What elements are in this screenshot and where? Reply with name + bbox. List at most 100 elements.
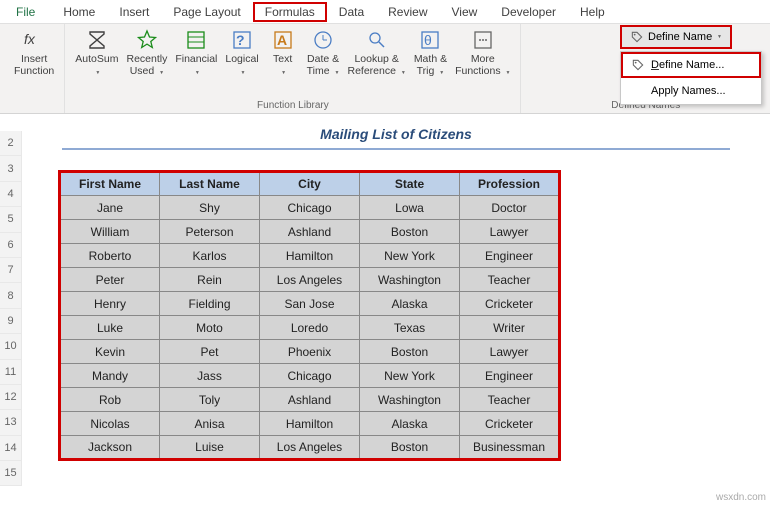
table-cell[interactable]: Peterson (160, 220, 260, 244)
row-header[interactable]: 4 (0, 182, 22, 207)
table-cell[interactable]: Moto (160, 316, 260, 340)
table-cell[interactable]: Anisa (160, 412, 260, 436)
table-cell[interactable]: Doctor (460, 196, 560, 220)
table-cell[interactable]: Jane (60, 196, 160, 220)
table-cell[interactable]: Washington (360, 268, 460, 292)
table-cell[interactable]: Texas (360, 316, 460, 340)
menu-page-layout[interactable]: Page Layout (161, 3, 252, 21)
table-cell[interactable]: Loredo (260, 316, 360, 340)
table-cell[interactable]: Lawyer (460, 340, 560, 364)
table-cell[interactable]: Businessman (460, 436, 560, 460)
row-header[interactable]: 13 (0, 410, 22, 435)
define-name-menu-item[interactable]: Define Name... (621, 52, 761, 78)
table-cell[interactable]: Teacher (460, 388, 560, 412)
col-state[interactable]: State (360, 172, 460, 196)
menu-review[interactable]: Review (376, 3, 439, 21)
table-cell[interactable]: Phoenix (260, 340, 360, 364)
row-header[interactable]: 12 (0, 385, 22, 410)
menu-insert[interactable]: Insert (107, 3, 161, 21)
autosum-label: AutoSum▼ (75, 54, 118, 77)
table-cell[interactable]: Nicolas (60, 412, 160, 436)
col-first-name[interactable]: First Name (60, 172, 160, 196)
apply-names-menu-item[interactable]: Apply Names... (621, 78, 761, 104)
table-cell[interactable]: William (60, 220, 160, 244)
col-profession[interactable]: Profession (460, 172, 560, 196)
table-cell[interactable]: Roberto (60, 244, 160, 268)
row-header[interactable]: 8 (0, 283, 22, 308)
row-header[interactable]: 9 (0, 309, 22, 334)
col-city[interactable]: City (260, 172, 360, 196)
autosum-button[interactable]: AutoSum▼ (71, 26, 122, 79)
row-header[interactable]: 10 (0, 334, 22, 359)
table-cell[interactable]: Ashland (260, 388, 360, 412)
row-header[interactable]: 5 (0, 207, 22, 232)
table-cell[interactable]: Toly (160, 388, 260, 412)
row-header[interactable]: 6 (0, 233, 22, 258)
apply-names-item-label: Apply Names... (651, 85, 726, 97)
menu-view[interactable]: View (440, 3, 490, 21)
table-cell[interactable]: Chicago (260, 364, 360, 388)
menu-file[interactable]: File (0, 3, 51, 21)
table-cell[interactable]: San Jose (260, 292, 360, 316)
table-cell[interactable]: Teacher (460, 268, 560, 292)
menu-formulas[interactable]: Formulas (253, 2, 327, 22)
table-cell[interactable]: Luise (160, 436, 260, 460)
table-cell[interactable]: Hamilton (260, 412, 360, 436)
table-cell[interactable]: Kevin (60, 340, 160, 364)
recently-used-button[interactable]: Recently Used ▼ (122, 26, 171, 79)
row-header[interactable]: 2 (0, 131, 22, 156)
table-cell[interactable]: Chicago (260, 196, 360, 220)
row-header[interactable]: 11 (0, 360, 22, 385)
col-last-name[interactable]: Last Name (160, 172, 260, 196)
define-name-button[interactable]: Define Name ▼ (620, 25, 732, 49)
insert-function-button[interactable]: fx Insert Function (10, 26, 58, 79)
table-cell[interactable]: Peter (60, 268, 160, 292)
table-cell[interactable]: Henry (60, 292, 160, 316)
lookup-button[interactable]: Lookup & Reference ▼ (343, 26, 409, 79)
table-cell[interactable]: Alaska (360, 412, 460, 436)
row-header[interactable]: 14 (0, 436, 22, 461)
table-cell[interactable]: Washington (360, 388, 460, 412)
table-row: NicolasAnisaHamiltonAlaskaCricketer (60, 412, 560, 436)
table-cell[interactable]: Karlos (160, 244, 260, 268)
text-button[interactable]: A Text▼ (263, 26, 303, 79)
table-cell[interactable]: Ashland (260, 220, 360, 244)
table-cell[interactable]: Rob (60, 388, 160, 412)
table-cell[interactable]: Shy (160, 196, 260, 220)
table-cell[interactable]: Engineer (460, 364, 560, 388)
table-cell[interactable]: Cricketer (460, 412, 560, 436)
table-cell[interactable]: New York (360, 244, 460, 268)
table-cell[interactable]: Engineer (460, 244, 560, 268)
table-cell[interactable]: Hamilton (260, 244, 360, 268)
table-cell[interactable]: Pet (160, 340, 260, 364)
table-cell[interactable]: Cricketer (460, 292, 560, 316)
menu-developer[interactable]: Developer (489, 3, 568, 21)
table-cell[interactable]: New York (360, 364, 460, 388)
math-trig-button[interactable]: θ Math & Trig ▼ (410, 26, 451, 79)
table-cell[interactable]: Jackson (60, 436, 160, 460)
table-cell[interactable]: Boston (360, 436, 460, 460)
table-cell[interactable]: Writer (460, 316, 560, 340)
more-functions-button[interactable]: More Functions ▼ (451, 26, 514, 79)
table-cell[interactable]: Fielding (160, 292, 260, 316)
table-cell[interactable]: Rein (160, 268, 260, 292)
row-header[interactable]: 7 (0, 258, 22, 283)
table-cell[interactable]: Jass (160, 364, 260, 388)
table-cell[interactable]: Mandy (60, 364, 160, 388)
table-cell[interactable]: Boston (360, 340, 460, 364)
table-cell[interactable]: Boston (360, 220, 460, 244)
menu-help[interactable]: Help (568, 3, 617, 21)
financial-button[interactable]: Financial▼ (171, 26, 221, 79)
date-time-button[interactable]: Date & Time ▼ (303, 26, 344, 79)
table-cell[interactable]: Alaska (360, 292, 460, 316)
table-cell[interactable]: Lowa (360, 196, 460, 220)
row-header[interactable]: 15 (0, 461, 22, 486)
table-cell[interactable]: Los Angeles (260, 436, 360, 460)
table-cell[interactable]: Los Angeles (260, 268, 360, 292)
menu-home[interactable]: Home (51, 3, 107, 21)
table-cell[interactable]: Luke (60, 316, 160, 340)
menu-data[interactable]: Data (327, 3, 376, 21)
table-cell[interactable]: Lawyer (460, 220, 560, 244)
row-header[interactable]: 3 (0, 156, 22, 181)
logical-button[interactable]: ? Logical▼ (221, 26, 262, 79)
